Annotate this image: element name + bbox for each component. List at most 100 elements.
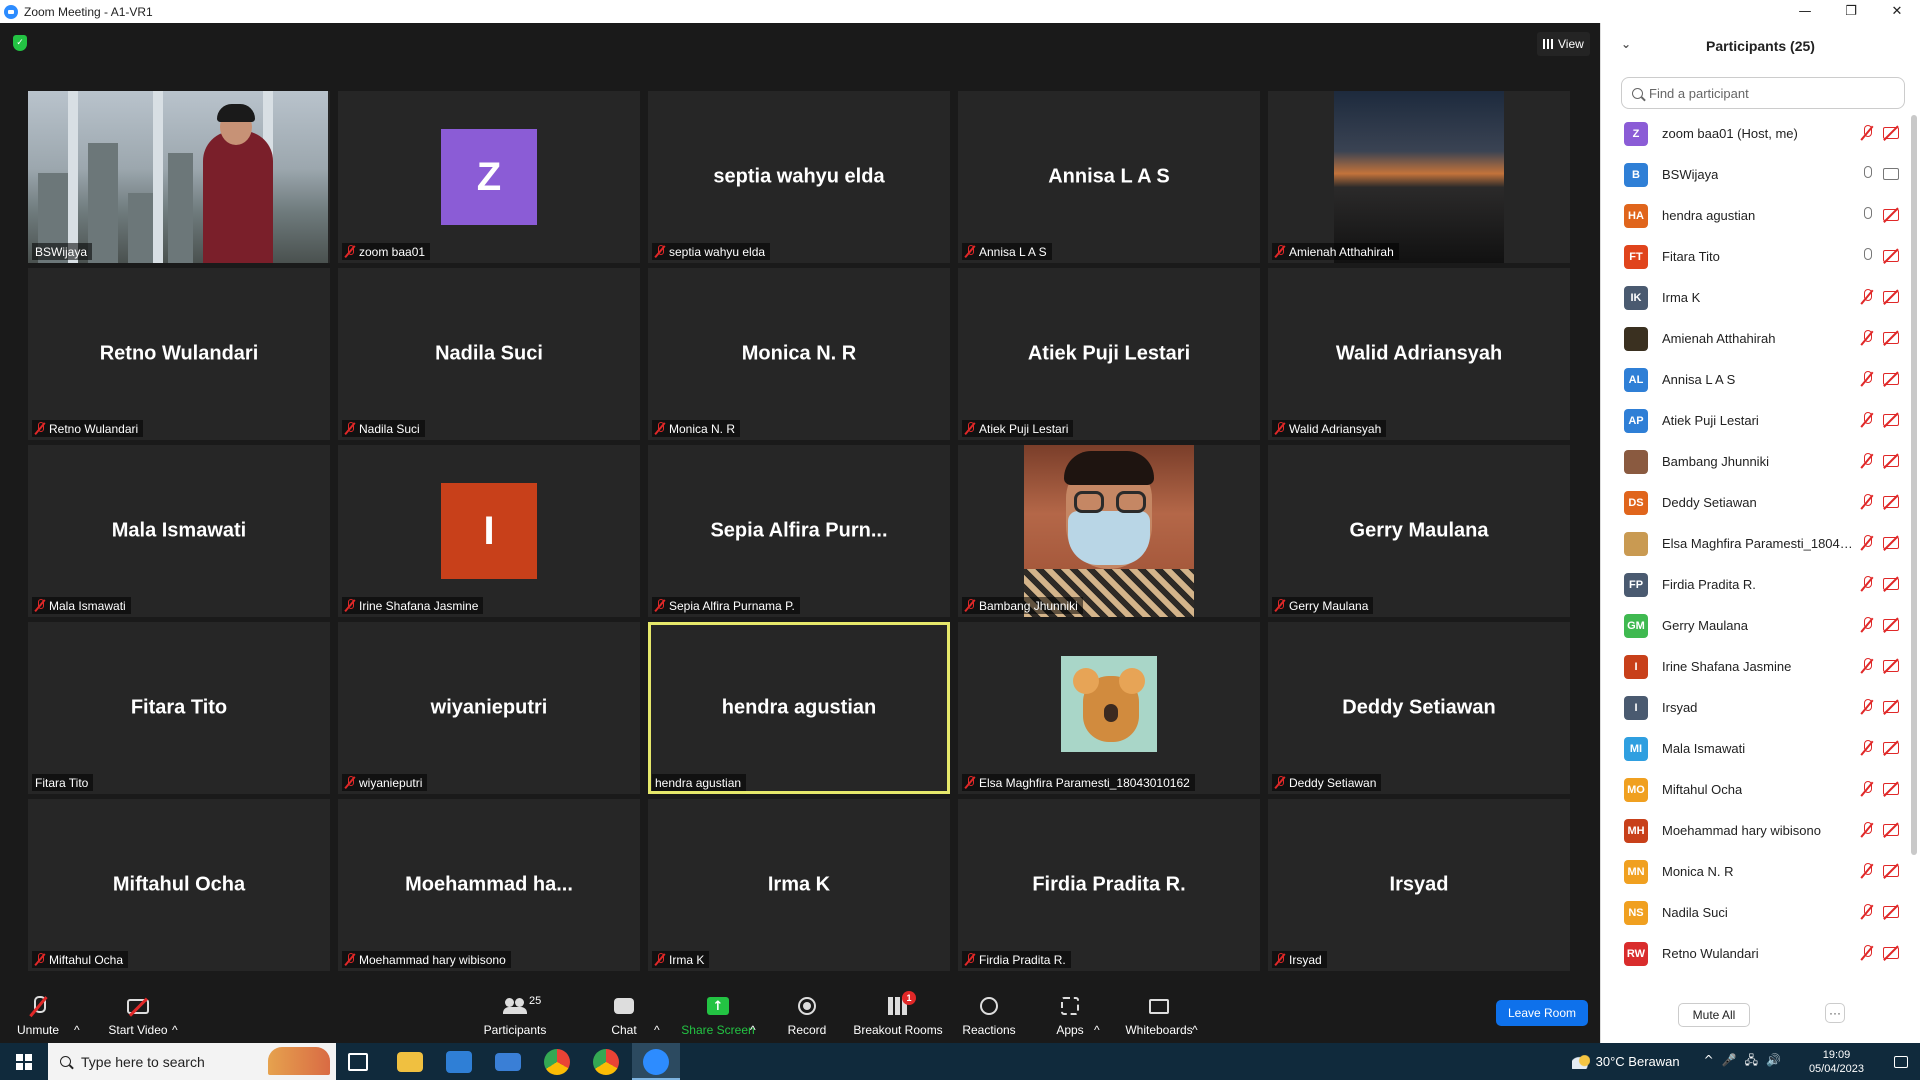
notifications-icon[interactable] <box>1894 1055 1908 1068</box>
file-explorer-icon[interactable] <box>397 1052 423 1072</box>
muted-mic-icon[interactable] <box>1861 535 1873 551</box>
participant-row[interactable]: Amienah Atthahirah <box>1601 318 1907 359</box>
participant-row[interactable]: I Irsyad <box>1601 687 1907 728</box>
participant-search-input[interactable]: Find a participant <box>1621 77 1905 109</box>
participant-row[interactable]: MN Monica N. R <box>1601 851 1907 892</box>
video-tile[interactable]: Deddy Setiawan Deddy Setiawan <box>1268 622 1570 794</box>
video-tile[interactable]: wiyanieputri wiyanieputri <box>338 622 640 794</box>
participant-row[interactable]: IK Irma K <box>1601 277 1907 318</box>
tray-icons[interactable]: ^🎤🖧🔊 <box>1704 1051 1789 1072</box>
reactions-button[interactable]: Reactions <box>962 983 1016 1043</box>
video-options-caret-icon[interactable]: ^ <box>172 983 178 1043</box>
muted-mic-icon[interactable] <box>1861 822 1873 838</box>
video-off-icon[interactable] <box>1883 250 1899 262</box>
participant-row[interactable]: FP Firdia Pradita R. <box>1601 564 1907 605</box>
chrome-icon[interactable] <box>544 1049 570 1075</box>
participant-row[interactable]: I Irine Shafana Jasmine <box>1601 646 1907 687</box>
video-tile[interactable]: Fitara Tito Fitara Tito <box>28 622 330 794</box>
mute-all-button[interactable]: Mute All <box>1678 1003 1750 1027</box>
video-off-icon[interactable] <box>1883 906 1899 918</box>
participant-row[interactable]: DS Deddy Setiawan <box>1601 482 1907 523</box>
video-tile[interactable]: Miftahul Ocha Miftahul Ocha <box>28 799 330 971</box>
muted-mic-icon[interactable] <box>1861 781 1873 797</box>
muted-mic-icon[interactable] <box>1861 658 1873 674</box>
video-off-icon[interactable] <box>1883 291 1899 303</box>
video-tile[interactable]: Atiek Puji Lestari Atiek Puji Lestari <box>958 268 1260 440</box>
video-tile[interactable]: Retno Wulandari Retno Wulandari <box>28 268 330 440</box>
video-tile[interactable]: Irma K Irma K <box>648 799 950 971</box>
participant-row[interactable]: Bambang Jhunniki <box>1601 441 1907 482</box>
whiteboards-button[interactable]: Whiteboards <box>1124 983 1194 1043</box>
video-tile[interactable]: Irsyad Irsyad <box>1268 799 1570 971</box>
video-off-icon[interactable] <box>1883 660 1899 672</box>
participants-button[interactable]: 25 Participants <box>480 983 550 1043</box>
video-tile[interactable]: Annisa L A S Annisa L A S <box>958 91 1260 263</box>
muted-mic-icon[interactable] <box>1861 371 1873 387</box>
video-tile[interactable]: Firdia Pradita R. Firdia Pradita R. <box>958 799 1260 971</box>
video-off-icon[interactable] <box>1883 824 1899 836</box>
video-off-icon[interactable] <box>1883 783 1899 795</box>
video-tile[interactable]: hendra agustian hendra agustian <box>648 622 950 794</box>
video-off-icon[interactable] <box>1883 537 1899 549</box>
muted-mic-icon[interactable] <box>1861 330 1873 346</box>
video-off-icon[interactable] <box>1883 947 1899 959</box>
apps-options-caret-icon[interactable]: ^ <box>1094 983 1100 1043</box>
video-off-icon[interactable] <box>1883 742 1899 754</box>
video-tile[interactable]: Amienah Atthahirah <box>1268 91 1570 263</box>
video-tile[interactable]: Elsa Maghfira Paramesti_18043010162 <box>958 622 1260 794</box>
video-off-icon[interactable] <box>1883 578 1899 590</box>
participant-row[interactable]: NS Nadila Suci <box>1601 892 1907 933</box>
chat-options-caret-icon[interactable]: ^ <box>654 983 660 1043</box>
muted-mic-icon[interactable] <box>1861 453 1873 469</box>
video-icon[interactable] <box>1883 168 1899 180</box>
participant-row[interactable]: FT Fitara Tito <box>1601 236 1907 277</box>
view-button[interactable]: View <box>1537 32 1590 56</box>
participant-row[interactable]: Zzoom baa01 (Host, me) <box>1601 113 1907 154</box>
video-off-icon[interactable] <box>1883 127 1899 139</box>
muted-mic-icon[interactable] <box>1861 412 1873 428</box>
video-off-icon[interactable] <box>1883 332 1899 344</box>
participant-row[interactable]: B BSWijaya <box>1601 154 1907 195</box>
taskbar-search-box[interactable]: Type here to search <box>48 1043 336 1080</box>
participant-row[interactable]: MH Moehammad hary wibisono <box>1601 810 1907 851</box>
collapse-chevron-icon[interactable]: ⌄ <box>1621 37 1631 51</box>
muted-mic-icon[interactable] <box>1861 125 1873 141</box>
mic-icon[interactable] <box>1861 207 1873 223</box>
muted-mic-icon[interactable] <box>1861 494 1873 510</box>
video-tile[interactable]: Zzoom baa01 <box>338 91 640 263</box>
muted-mic-icon[interactable] <box>1861 289 1873 305</box>
encryption-shield-icon[interactable]: ✓ <box>13 35 27 51</box>
more-options-button[interactable]: ··· <box>1825 1003 1845 1023</box>
muted-mic-icon[interactable] <box>1861 699 1873 715</box>
participant-row[interactable]: AP Atiek Puji Lestari <box>1601 400 1907 441</box>
video-tile[interactable]: BSWijaya <box>28 91 330 263</box>
video-tile[interactable]: Moehammad ha... Moehammad hary wibisono <box>338 799 640 971</box>
video-tile[interactable]: Gerry Maulana Gerry Maulana <box>1268 445 1570 617</box>
video-tile[interactable]: Nadila Suci Nadila Suci <box>338 268 640 440</box>
audio-options-caret-icon[interactable]: ^ <box>74 983 80 1043</box>
video-off-icon[interactable] <box>1883 701 1899 713</box>
video-off-icon[interactable] <box>1883 865 1899 877</box>
leave-room-button[interactable]: Leave Room <box>1496 1000 1588 1026</box>
minimize-button[interactable]: — <box>1782 0 1828 23</box>
muted-mic-icon[interactable] <box>1861 617 1873 633</box>
breakout-rooms-button[interactable]: 1 Breakout Rooms <box>852 983 944 1043</box>
video-off-icon[interactable] <box>1883 619 1899 631</box>
video-tile[interactable]: Mala Ismawati Mala Ismawati <box>28 445 330 617</box>
video-tile[interactable]: septia wahyu elda septia wahyu elda <box>648 91 950 263</box>
muted-mic-icon[interactable] <box>1861 740 1873 756</box>
video-tile[interactable]: Monica N. R Monica N. R <box>648 268 950 440</box>
chrome-profile-icon[interactable] <box>593 1049 619 1075</box>
participant-row[interactable]: AL Annisa L A S <box>1601 359 1907 400</box>
participant-row[interactable]: RW Retno Wulandari <box>1601 933 1907 974</box>
muted-mic-icon[interactable] <box>1861 576 1873 592</box>
video-tile[interactable]: I Irine Shafana Jasmine <box>338 445 640 617</box>
mic-icon[interactable] <box>1861 248 1873 264</box>
windows-start-icon[interactable] <box>16 1054 32 1070</box>
participant-row[interactable]: GM Gerry Maulana <box>1601 605 1907 646</box>
participant-row[interactable]: HA hendra agustian <box>1601 195 1907 236</box>
apps-button[interactable]: Apps <box>1056 983 1084 1043</box>
participant-row[interactable]: Elsa Maghfira Paramesti_18043... <box>1601 523 1907 564</box>
share-screen-button[interactable]: ↑ Share Screen <box>680 983 756 1043</box>
mic-icon[interactable] <box>1861 166 1873 182</box>
